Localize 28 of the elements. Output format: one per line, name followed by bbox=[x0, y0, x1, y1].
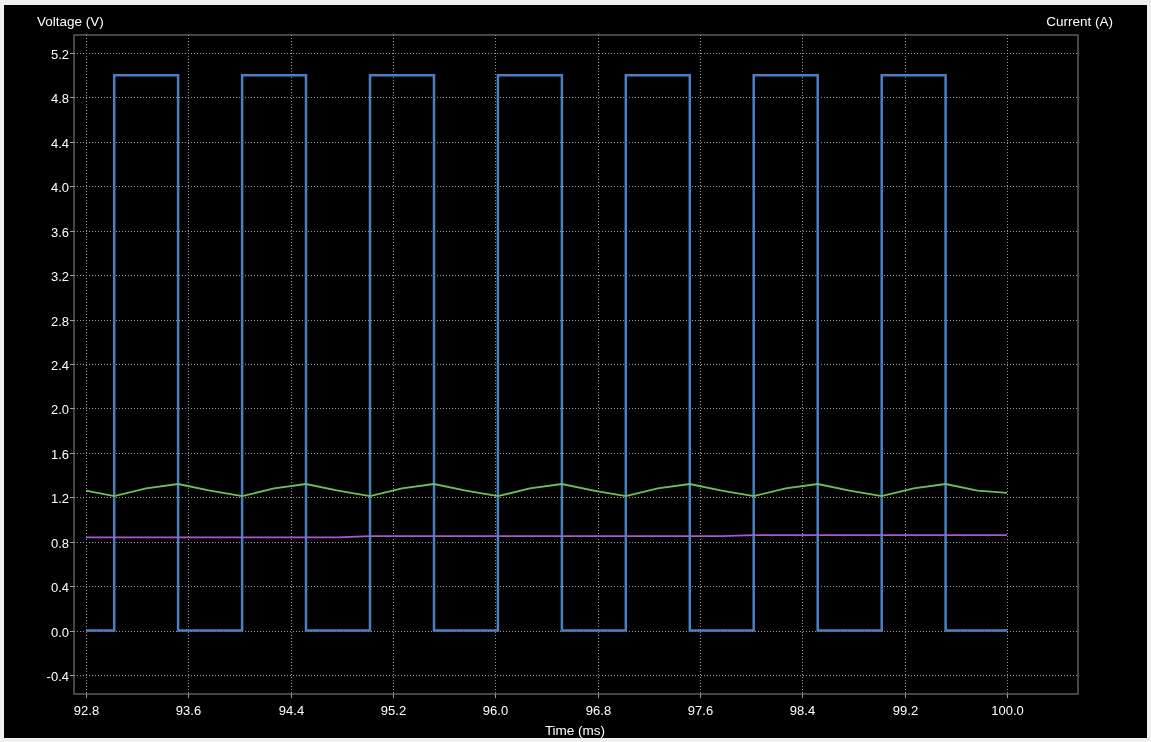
tick-label: 1.6 bbox=[50, 446, 69, 462]
tick-label: 92.8 bbox=[73, 703, 100, 718]
tick-label: 2.4 bbox=[50, 357, 69, 373]
tick-label: 0.0 bbox=[50, 624, 69, 640]
tick-label: 96.0 bbox=[482, 703, 509, 718]
tick-label: 95.2 bbox=[380, 703, 407, 718]
tick-label: 4.8 bbox=[50, 90, 69, 106]
tick-label: 2.8 bbox=[50, 313, 69, 329]
tick-label: 0.8 bbox=[50, 535, 69, 551]
tick-label: 99.2 bbox=[892, 703, 919, 718]
tick-label: 96.8 bbox=[585, 703, 612, 718]
tick-label: 5.2 bbox=[50, 46, 69, 62]
tick-label: 93.6 bbox=[175, 703, 202, 718]
axis-title: Time (ms) bbox=[544, 723, 606, 738]
tick-label: 3.2 bbox=[50, 268, 69, 284]
axis-title: Voltage (V) bbox=[37, 14, 104, 29]
tick-label: 94.4 bbox=[278, 703, 305, 718]
tick-label: 1.2 bbox=[50, 490, 69, 506]
tick-label: 4.4 bbox=[50, 135, 69, 151]
tick-label: -0.4 bbox=[46, 668, 69, 684]
tick-label: 2.0 bbox=[50, 401, 69, 417]
tick-label: 4.0 bbox=[50, 179, 69, 195]
axis-title: Current (A) bbox=[1046, 14, 1113, 29]
tick-label: 3.6 bbox=[50, 224, 69, 240]
tick-label: 100.0 bbox=[991, 703, 1024, 718]
tick-label: 98.4 bbox=[789, 703, 816, 718]
tick-label: 97.6 bbox=[687, 703, 714, 718]
tick-label: 0.4 bbox=[50, 579, 69, 595]
